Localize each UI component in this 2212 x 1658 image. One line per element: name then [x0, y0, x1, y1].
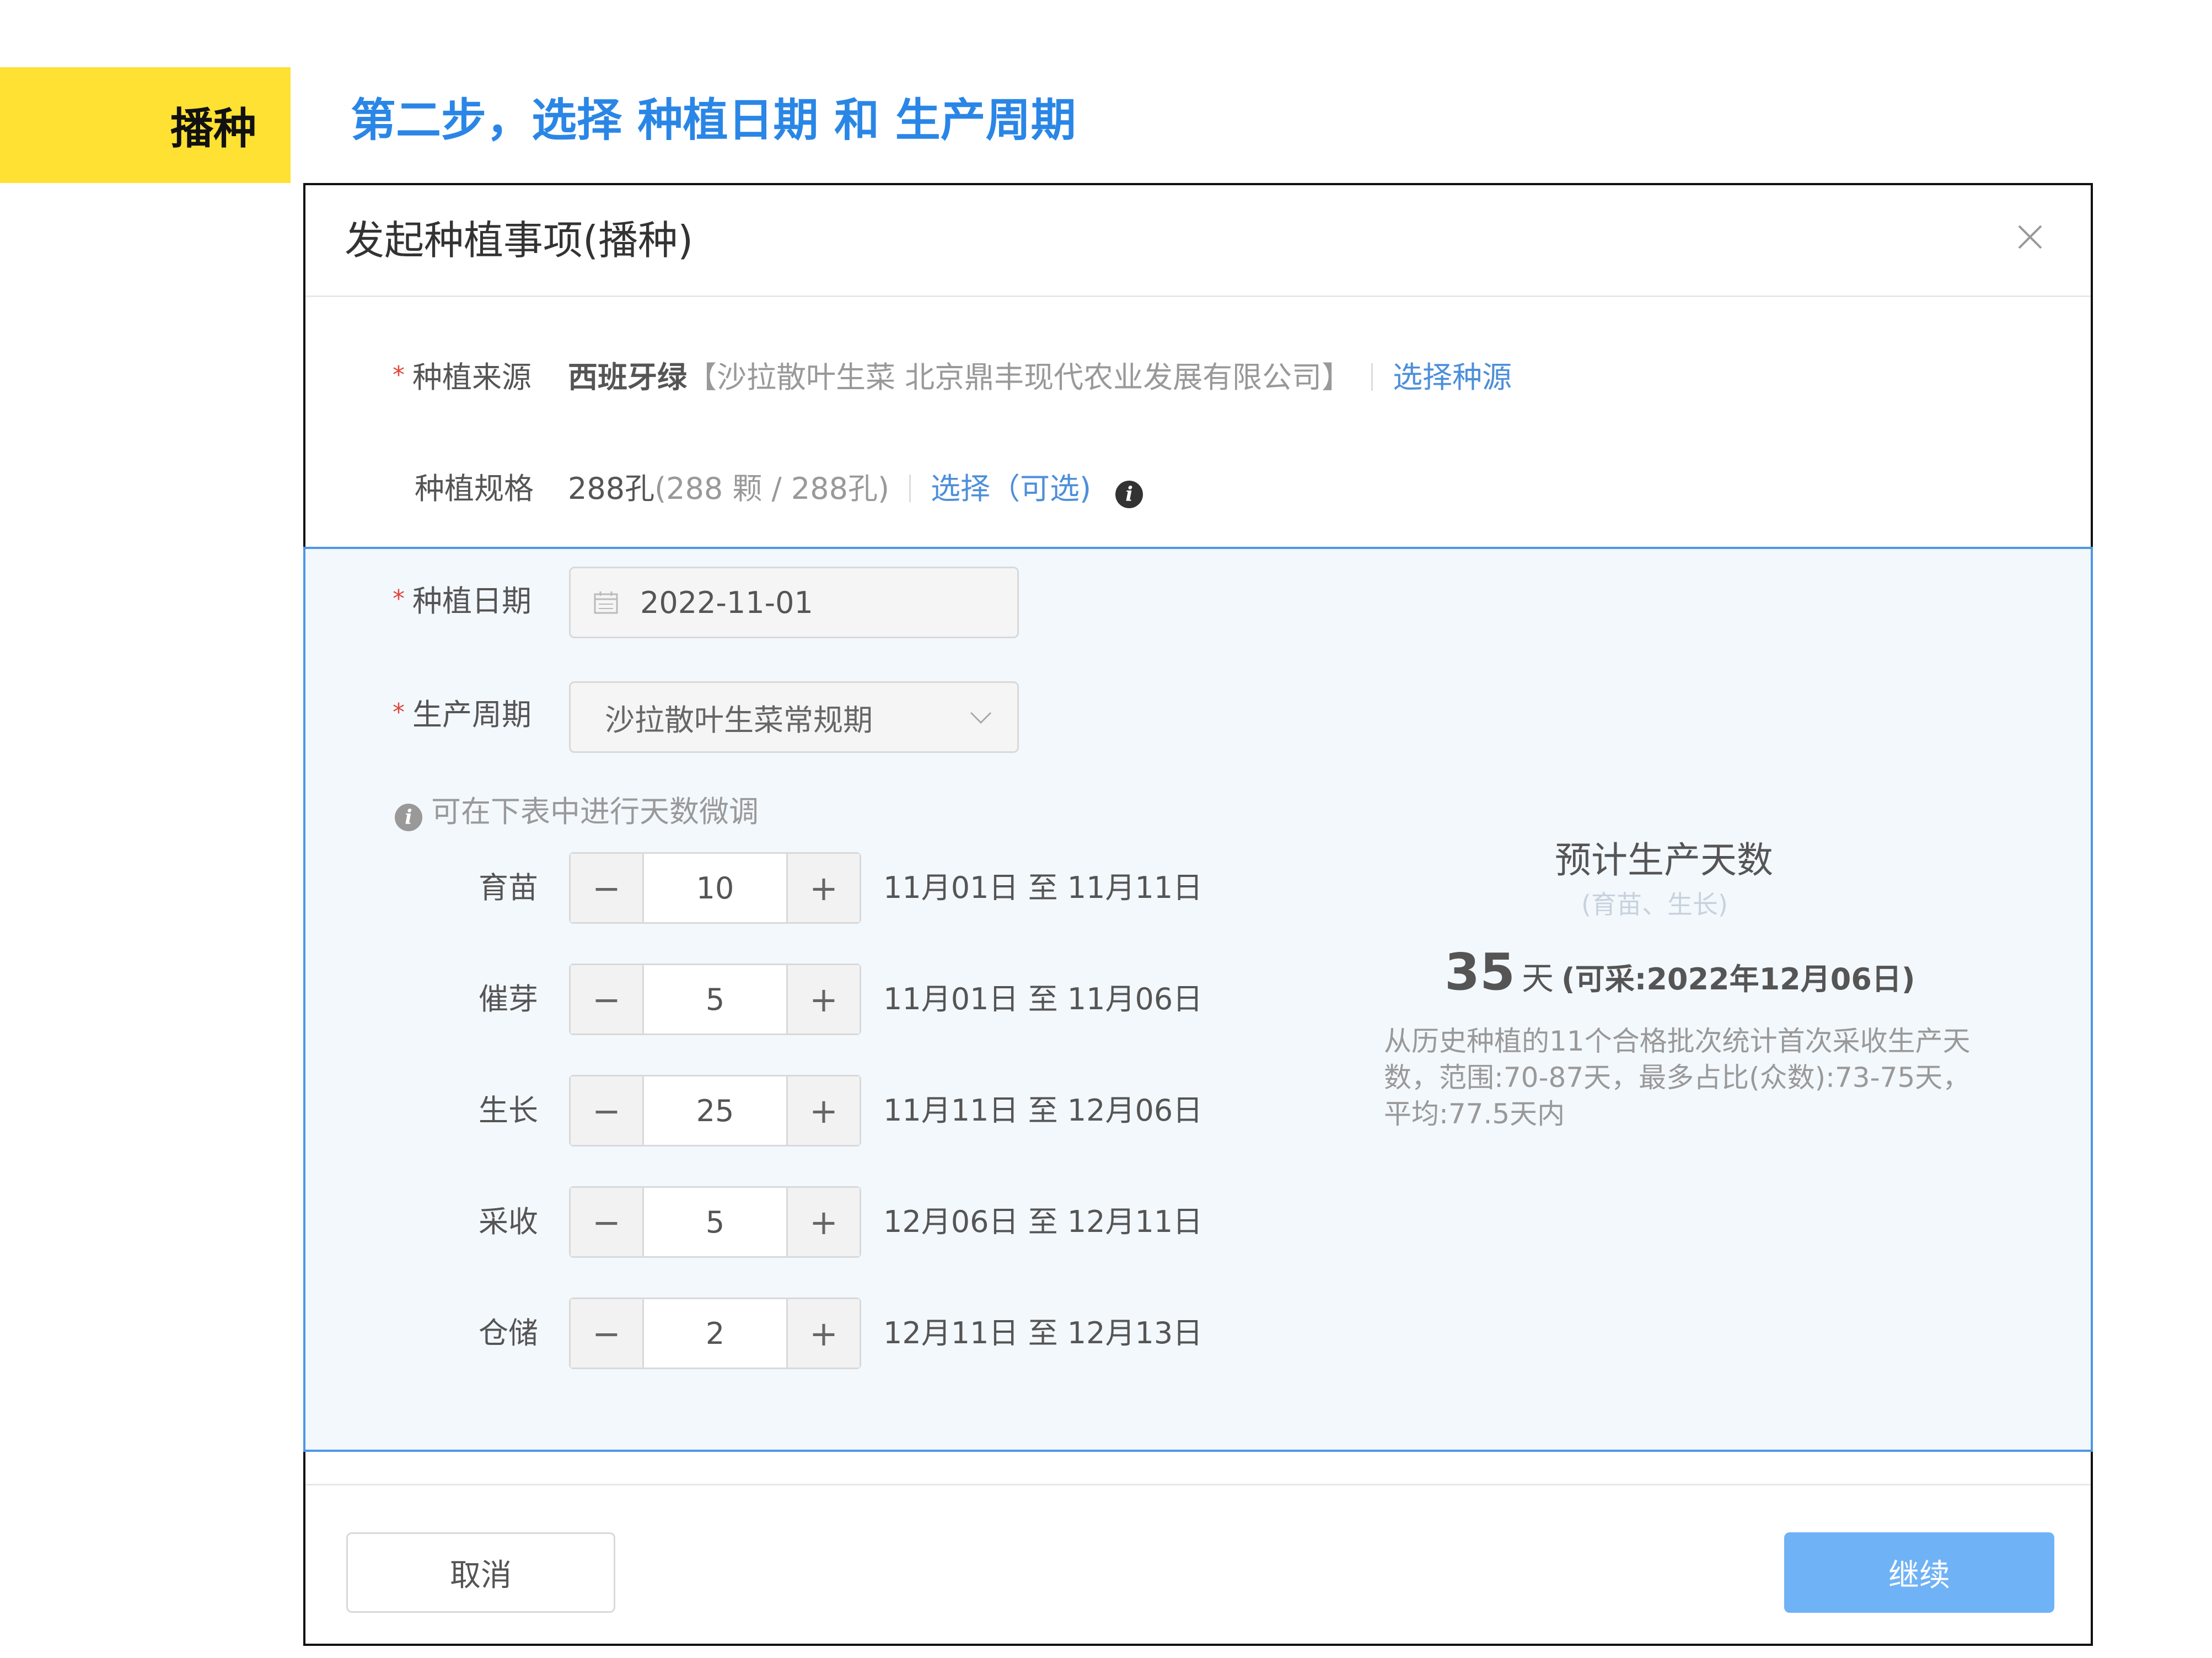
stage-label: 育苗	[479, 870, 538, 905]
hint-info-icon: i	[395, 804, 422, 831]
estimate-description: 从历史种植的11个合格批次统计首次采收生产天数，范围:70-87天，最多占比(众…	[1384, 1025, 1971, 1130]
planting-date-label: * 种植日期	[393, 584, 531, 618]
cycle-value: 沙拉散叶生菜常规期	[605, 702, 873, 738]
increment-button[interactable]: +	[786, 1188, 860, 1256]
estimate-days-number: 35	[1445, 943, 1516, 1002]
source-variety: 西班牙绿	[568, 360, 687, 395]
cycle-label: * 生产周期	[393, 697, 531, 732]
days-input[interactable]: 5	[644, 965, 786, 1033]
days-input[interactable]: 5	[644, 1188, 786, 1256]
calendar-icon	[594, 591, 618, 614]
decrement-button[interactable]: −	[571, 1299, 644, 1368]
select-spec-link[interactable]: 选择（可选)	[931, 471, 1091, 506]
days-input[interactable]: 10	[644, 854, 786, 922]
decrement-button[interactable]: −	[571, 1188, 644, 1256]
decrement-button[interactable]: −	[571, 854, 644, 922]
stage-range: 11月11日 至 12月06日	[883, 1093, 1203, 1128]
close-icon[interactable]	[2014, 220, 2047, 254]
spec-value: 288孔(288 颗 / 288孔) 选择（可选) i	[568, 474, 1143, 508]
step-title: 第二步，选择 种植日期 和 生产周期	[351, 94, 1076, 147]
select-source-link[interactable]: 选择种源	[1393, 360, 1512, 395]
increment-button[interactable]: +	[786, 1299, 860, 1368]
step-tag: 播种	[0, 67, 291, 183]
spec-detail: (288 颗 / 288孔)	[654, 471, 890, 506]
days-input[interactable]: 25	[644, 1076, 786, 1145]
spec-main: 288孔	[568, 471, 655, 506]
planting-date-input[interactable]: 2022-11-01	[569, 567, 1019, 638]
chevron-down-icon	[970, 712, 992, 724]
spec-label: 种植规格	[415, 471, 534, 506]
stage-label: 生长	[479, 1093, 538, 1128]
increment-button[interactable]: +	[786, 854, 860, 922]
stage-stepper: − 2 +	[569, 1298, 861, 1369]
stage-range: 11月01日 至 11月11日	[883, 870, 1203, 905]
increment-button[interactable]: +	[786, 965, 860, 1033]
stage-label: 催芽	[479, 982, 538, 1016]
cancel-button[interactable]: 取消	[346, 1532, 615, 1613]
decrement-button[interactable]: −	[571, 1076, 644, 1145]
days-input[interactable]: 2	[644, 1299, 786, 1368]
source-label: * 种植来源	[393, 360, 531, 395]
estimate-days-unit: 天	[1522, 960, 1554, 997]
divider	[909, 475, 911, 502]
stage-stepper: − 5 +	[569, 1186, 861, 1258]
stage-stepper: − 10 +	[569, 852, 861, 924]
stage-label: 采收	[479, 1204, 538, 1239]
planting-date-value: 2022-11-01	[640, 585, 813, 620]
estimate-days: 35 天 (可采:2022年12月06日)	[1445, 947, 1915, 998]
divider	[1371, 363, 1373, 391]
stage-label: 仓储	[479, 1316, 538, 1350]
estimate-title: 预计生产天数	[1555, 839, 1773, 881]
stage-range: 11月01日 至 11月06日	[883, 982, 1203, 1016]
decrement-button[interactable]: −	[571, 965, 644, 1033]
stage-range: 12月11日 至 12月13日	[883, 1316, 1203, 1350]
adjust-hint: i 可在下表中进行天数微调	[395, 797, 759, 831]
cycle-select[interactable]: 沙拉散叶生菜常规期	[569, 681, 1019, 753]
estimate-harvest-date: (可采:2022年12月06日)	[1561, 962, 1915, 997]
increment-button[interactable]: +	[786, 1076, 860, 1145]
source-detail: 【沙拉散叶生菜 北京鼎丰现代农业发展有限公司】	[687, 360, 1352, 395]
footer-divider	[305, 1484, 2091, 1485]
header-divider	[305, 295, 2091, 297]
continue-button[interactable]: 继续	[1784, 1532, 2054, 1613]
info-icon[interactable]: i	[1115, 481, 1143, 508]
stage-stepper: − 25 +	[569, 1075, 861, 1146]
stage-range: 12月06日 至 12月11日	[883, 1204, 1203, 1239]
source-value: 西班牙绿【沙拉散叶生菜 北京鼎丰现代农业发展有限公司】 选择种源	[568, 363, 1512, 392]
stage-stepper: − 5 +	[569, 963, 861, 1035]
estimate-subtitle: (育苗、生长)	[1581, 890, 1728, 919]
dialog-title: 发起种植事项(播种)	[345, 217, 694, 263]
